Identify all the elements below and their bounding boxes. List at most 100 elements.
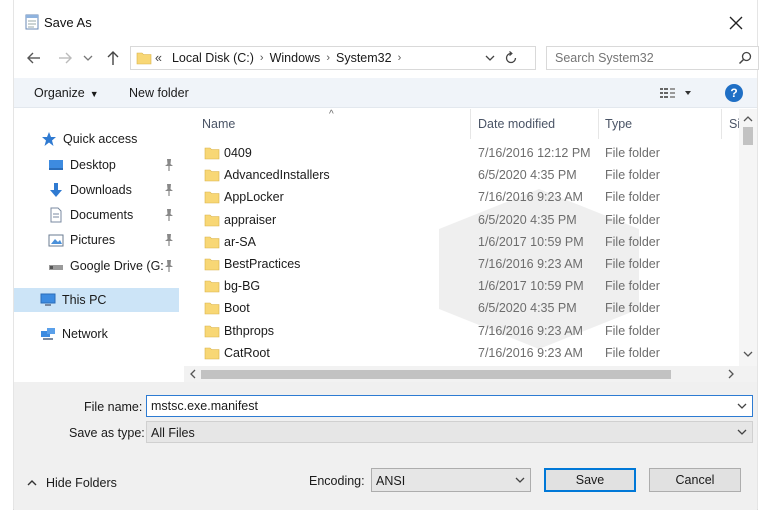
pin-icon[interactable] xyxy=(163,158,175,172)
table-row[interactable]: appraiser 6/5/2020 4:35 PM File folder xyxy=(184,209,739,231)
cancel-button[interactable]: Cancel xyxy=(649,468,741,492)
column-header-date-modified[interactable]: Date modified xyxy=(478,109,598,139)
table-row[interactable]: AdvancedInstallers 6/5/2020 4:35 PM File f… xyxy=(184,164,739,186)
scroll-right-icon[interactable] xyxy=(725,368,737,380)
file-name: Boot xyxy=(224,301,250,316)
save-as-type-value: All Files xyxy=(151,426,195,440)
pin-icon[interactable] xyxy=(163,233,175,247)
breadcrumb-windows[interactable]: Windows xyxy=(270,51,321,65)
file-type: File folder xyxy=(605,168,660,183)
pin-icon[interactable] xyxy=(163,259,175,273)
file-type: File folder xyxy=(605,345,660,360)
navigation-pane: Quick access Desktop Downloads Documents xyxy=(14,109,182,382)
file-type: File folder xyxy=(605,190,660,205)
search-icon[interactable] xyxy=(738,51,752,65)
new-folder-button[interactable]: New folder xyxy=(129,86,189,100)
folder-icon xyxy=(204,347,220,360)
nav-item-google-drive[interactable]: Google Drive (G: xyxy=(14,254,179,278)
search-input[interactable] xyxy=(547,47,727,69)
search-box[interactable] xyxy=(546,46,759,70)
horizontal-scrollbar[interactable] xyxy=(184,366,757,382)
horizontal-scroll-thumb[interactable] xyxy=(201,370,671,379)
forward-arrow-icon[interactable] xyxy=(56,49,74,67)
breadcrumb-separator-icon[interactable]: › xyxy=(326,52,330,64)
close-icon[interactable] xyxy=(723,10,749,36)
breadcrumb-separator-icon[interactable]: › xyxy=(398,52,402,64)
nav-item-downloads[interactable]: Downloads xyxy=(14,178,179,202)
up-arrow-icon[interactable] xyxy=(104,49,122,67)
refresh-icon[interactable] xyxy=(503,50,519,66)
window-title: Save As xyxy=(44,15,92,30)
nav-item-this-pc[interactable]: This PC xyxy=(14,288,179,312)
organize-button[interactable]: Organize ▼ xyxy=(34,86,99,100)
nav-item-desktop[interactable]: Desktop xyxy=(14,153,179,177)
computer-icon xyxy=(40,293,56,306)
command-toolbar: Organize ▼ New folder ? xyxy=(14,78,757,108)
file-name-input[interactable] xyxy=(147,396,732,416)
column-header-type[interactable]: Type xyxy=(605,109,720,139)
chevron-up-icon xyxy=(27,480,37,486)
table-row[interactable]: Boot 6/5/2020 4:35 PM File folder xyxy=(184,297,739,319)
column-divider[interactable] xyxy=(721,109,722,139)
folder-icon xyxy=(204,303,220,315)
help-button[interactable]: ? xyxy=(725,84,743,102)
file-date-modified: 7/16/2016 9:23 AM xyxy=(478,323,583,338)
column-divider[interactable] xyxy=(470,109,471,139)
table-row[interactable]: 0409 7/16/2016 12:12 PM File folder xyxy=(184,142,739,164)
vertical-scrollbar[interactable] xyxy=(739,109,757,366)
column-divider[interactable] xyxy=(598,109,599,139)
file-name: appraiser xyxy=(224,212,277,227)
table-row[interactable]: Bthprops 7/16/2016 9:23 AM File folder xyxy=(184,320,739,342)
nav-item-label: Network xyxy=(62,327,108,341)
hide-folders-button[interactable]: Hide Folders xyxy=(26,476,117,490)
organize-caret-icon: ▼ xyxy=(89,89,99,99)
breadcrumb-local-disk[interactable]: Local Disk (C:) xyxy=(172,51,254,65)
nav-item-label: Documents xyxy=(70,208,134,222)
pin-icon[interactable] xyxy=(163,208,175,222)
file-date-modified: 1/6/2017 10:59 PM xyxy=(478,234,584,249)
file-type: File folder xyxy=(605,146,660,160)
hide-folders-label: Hide Folders xyxy=(46,476,117,490)
file-date-modified: 6/5/2020 4:35 PM xyxy=(478,168,577,183)
nav-item-documents[interactable]: Documents xyxy=(14,203,179,227)
encoding-select[interactable]: ANSI xyxy=(371,468,531,492)
recent-locations-chevron-icon[interactable] xyxy=(82,49,94,67)
file-date-modified: 7/16/2016 12:12 PM xyxy=(478,146,591,160)
file-name: 0409 xyxy=(224,146,252,160)
nav-item-network[interactable]: Network xyxy=(14,322,179,346)
desktop-icon xyxy=(49,160,63,170)
nav-item-pictures[interactable]: Pictures xyxy=(14,228,179,252)
star-icon xyxy=(42,132,56,146)
address-dropdown-chevron-icon[interactable] xyxy=(483,51,497,65)
folder-icon xyxy=(204,192,220,204)
nav-item-quick-access[interactable]: Quick access xyxy=(14,127,179,151)
table-row[interactable]: AppLocker 7/16/2016 9:23 AM File folder xyxy=(184,186,739,208)
column-header-name[interactable]: Name xyxy=(202,109,472,139)
scroll-down-icon[interactable] xyxy=(742,348,754,360)
breadcrumb-overflow[interactable]: « xyxy=(155,51,162,65)
scroll-up-icon[interactable] xyxy=(742,113,754,125)
table-row[interactable]: BestPractices 7/16/2016 9:23 AM File folde… xyxy=(184,253,739,275)
breadcrumb-separator-icon[interactable]: › xyxy=(260,52,264,64)
file-name: BestPractices xyxy=(224,257,301,271)
breadcrumb-system32[interactable]: System32 xyxy=(336,51,392,65)
address-bar[interactable]: « Local Disk (C:) › Windows › System32 › xyxy=(130,46,536,70)
vertical-scroll-thumb[interactable] xyxy=(743,127,753,145)
file-name: AppLocker xyxy=(224,190,284,205)
table-row[interactable]: bg-BG 1/6/2017 10:59 PM File folder xyxy=(184,275,739,297)
pin-icon[interactable] xyxy=(163,183,175,197)
table-row[interactable]: ar-SA 1/6/2017 10:59 PM File folder xyxy=(184,231,739,253)
save-button[interactable]: Save xyxy=(544,468,636,492)
chevron-down-icon xyxy=(737,429,747,435)
file-name: bg-BG xyxy=(224,279,261,294)
save-as-type-select[interactable]: All Files xyxy=(146,421,753,443)
table-row[interactable]: CatRoot 7/16/2016 9:23 AM File folder xyxy=(184,342,739,364)
file-name-field[interactable] xyxy=(146,395,753,417)
download-arrow-icon xyxy=(50,183,62,197)
file-date-modified: 1/6/2017 10:59 PM xyxy=(478,279,584,294)
file-name-dropdown-icon[interactable] xyxy=(736,400,748,412)
back-arrow-icon[interactable] xyxy=(25,49,43,67)
column-header-size[interactable]: Si xyxy=(729,109,739,139)
scroll-left-icon[interactable] xyxy=(187,368,199,380)
change-view-icon[interactable] xyxy=(659,85,695,101)
